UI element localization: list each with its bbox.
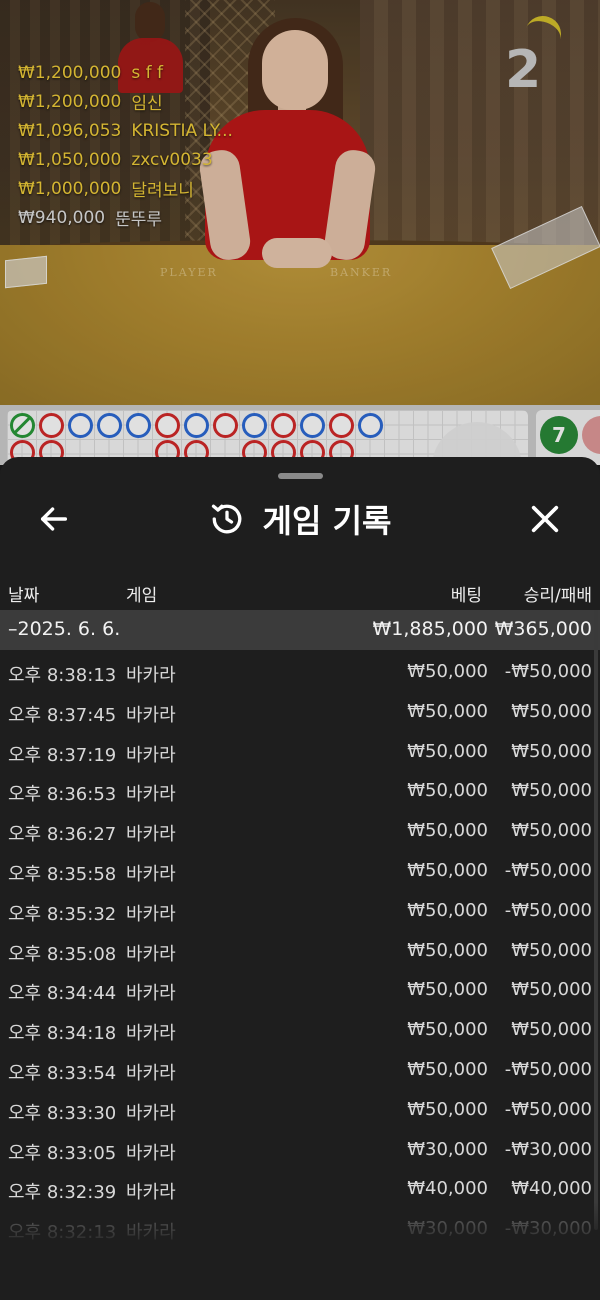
arrow-left-icon — [40, 507, 68, 531]
row-game: 바카라 — [126, 1062, 176, 1084]
row-game: 바카라 — [126, 943, 176, 965]
row-bet: ₩50,000 — [407, 859, 488, 881]
history-row[interactable]: 오후 8:37:45 바카라 ₩50,000 ₩50,000 — [0, 690, 600, 730]
close-button[interactable] — [525, 499, 565, 539]
row-result: ₩50,000 — [511, 820, 592, 842]
row-bet: ₩50,000 — [407, 1098, 488, 1120]
row-bet: ₩30,000 — [407, 1138, 488, 1160]
date-group-bet-total: ₩1,885,000 — [372, 618, 488, 640]
sheet-drag-handle[interactable] — [278, 473, 323, 479]
back-button[interactable] — [34, 499, 74, 539]
row-bet: ₩40,000 — [407, 1178, 488, 1200]
row-bet: ₩50,000 — [407, 661, 488, 682]
row-game: 바카라 — [126, 704, 176, 726]
history-row[interactable]: 오후 8:35:58 바카라 ₩50,000 -₩50,000 — [0, 849, 600, 889]
row-result: -₩50,000 — [504, 1098, 592, 1120]
history-icon — [209, 501, 245, 537]
history-row[interactable]: 오후 8:34:18 바카라 ₩50,000 ₩50,000 — [0, 1008, 600, 1048]
row-result: -₩50,000 — [504, 859, 592, 881]
row-game: 바카라 — [126, 1102, 176, 1124]
history-row[interactable]: 오후 8:37:19 바카라 ₩50,000 ₩50,000 — [0, 730, 600, 770]
column-header-game: 게임 — [126, 586, 158, 606]
row-result: -₩30,000 — [504, 1138, 592, 1160]
column-headers: 날짜 게임 베팅 승리/패배 — [0, 577, 600, 607]
history-row[interactable]: 오후 8:35:08 바카라 ₩50,000 ₩50,000 — [0, 929, 600, 969]
history-rows: 오후 8:38:13 바카라 ₩50,000 -₩50,000 오후 8:37:45 바카… — [0, 650, 600, 1247]
row-bet: ₩50,000 — [407, 979, 488, 1001]
row-time: 오후 8:35:58 — [8, 863, 117, 885]
date-group-result-total: ₩365,000 — [494, 618, 592, 640]
row-game: 바카라 — [126, 863, 176, 885]
row-bet: ₩50,000 — [407, 899, 488, 921]
history-table: –2025. 6. 6. ₩1,885,000 ₩365,000 오후 8:38… — [0, 610, 600, 1247]
row-result: ₩40,000 — [511, 1178, 592, 1200]
sheet-title: 게임 기록 — [262, 502, 392, 540]
bottom-fade — [0, 1202, 600, 1300]
row-time: 오후 8:35:08 — [8, 943, 117, 965]
row-bet: ₩50,000 — [407, 700, 488, 722]
date-group-label: –2025. 6. 6. — [8, 618, 121, 640]
row-game: 바카라 — [126, 784, 176, 806]
column-header-bet: 베팅 — [450, 586, 482, 606]
column-header-date: 날짜 — [8, 586, 40, 606]
row-bet: ₩50,000 — [407, 740, 488, 762]
row-game: 바카라 — [126, 983, 176, 1005]
row-result: ₩50,000 — [511, 700, 592, 722]
scrollbar[interactable] — [594, 610, 598, 1230]
row-game: 바카라 — [126, 744, 176, 766]
row-time: 오후 8:33:54 — [8, 1062, 117, 1084]
date-group-header[interactable]: –2025. 6. 6. ₩1,885,000 ₩365,000 — [0, 610, 600, 650]
row-result: ₩50,000 — [511, 979, 592, 1001]
history-row[interactable]: 오후 8:34:44 바카라 ₩50,000 ₩50,000 — [0, 968, 600, 1008]
row-bet: ₩50,000 — [407, 780, 488, 802]
row-time: 오후 8:37:19 — [8, 744, 117, 766]
row-time: 오후 8:34:44 — [8, 983, 117, 1005]
row-game: 바카라 — [126, 824, 176, 846]
sheet-header: 게임 기록 — [0, 487, 600, 551]
row-result: -₩50,000 — [504, 1058, 592, 1080]
close-icon — [531, 505, 559, 533]
row-result: -₩50,000 — [504, 899, 592, 921]
row-time: 오후 8:36:27 — [8, 824, 117, 846]
row-time: 오후 8:32:39 — [8, 1182, 117, 1204]
row-time: 오후 8:33:05 — [8, 1142, 117, 1164]
row-game: 바카라 — [126, 665, 176, 686]
row-time: 오후 8:34:18 — [8, 1023, 117, 1045]
row-bet: ₩50,000 — [407, 1019, 488, 1041]
history-row[interactable]: 오후 8:38:13 바카라 ₩50,000 -₩50,000 — [0, 650, 600, 690]
row-time: 오후 8:36:53 — [8, 784, 117, 806]
title-group: 게임 기록 — [0, 487, 600, 551]
row-game: 바카라 — [126, 1182, 176, 1204]
row-result: ₩50,000 — [511, 740, 592, 762]
row-game: 바카라 — [126, 1023, 176, 1045]
row-bet: ₩50,000 — [407, 820, 488, 842]
row-result: ₩50,000 — [511, 1019, 592, 1041]
row-time: 오후 8:37:45 — [8, 704, 117, 726]
row-time: 오후 8:35:32 — [8, 903, 117, 925]
history-row[interactable]: 오후 8:36:53 바카라 ₩50,000 ₩50,000 — [0, 769, 600, 809]
history-row[interactable]: 오후 8:33:05 바카라 ₩30,000 -₩30,000 — [0, 1128, 600, 1168]
history-row[interactable]: 오후 8:33:54 바카라 ₩50,000 -₩50,000 — [0, 1048, 600, 1088]
row-time: 오후 8:33:30 — [8, 1102, 117, 1124]
game-history-sheet: 게임 기록 날짜 게임 베팅 승리/패배 –2025. 6. 6. ₩1,885… — [0, 457, 600, 1300]
row-time: 오후 8:38:13 — [8, 665, 117, 686]
row-result: ₩50,000 — [511, 780, 592, 802]
row-game: 바카라 — [126, 1142, 176, 1164]
history-row[interactable]: 오후 8:35:32 바카라 ₩50,000 -₩50,000 — [0, 889, 600, 929]
history-row[interactable]: 오후 8:33:30 바카라 ₩50,000 -₩50,000 — [0, 1088, 600, 1128]
history-row[interactable]: 오후 8:36:27 바카라 ₩50,000 ₩50,000 — [0, 809, 600, 849]
row-bet: ₩50,000 — [407, 1058, 488, 1080]
column-header-result: 승리/패배 — [523, 586, 592, 606]
row-game: 바카라 — [126, 903, 176, 925]
row-bet: ₩50,000 — [407, 939, 488, 961]
backdrop-dim[interactable] — [0, 0, 600, 470]
row-result: ₩50,000 — [511, 939, 592, 961]
row-result: -₩50,000 — [504, 661, 592, 682]
